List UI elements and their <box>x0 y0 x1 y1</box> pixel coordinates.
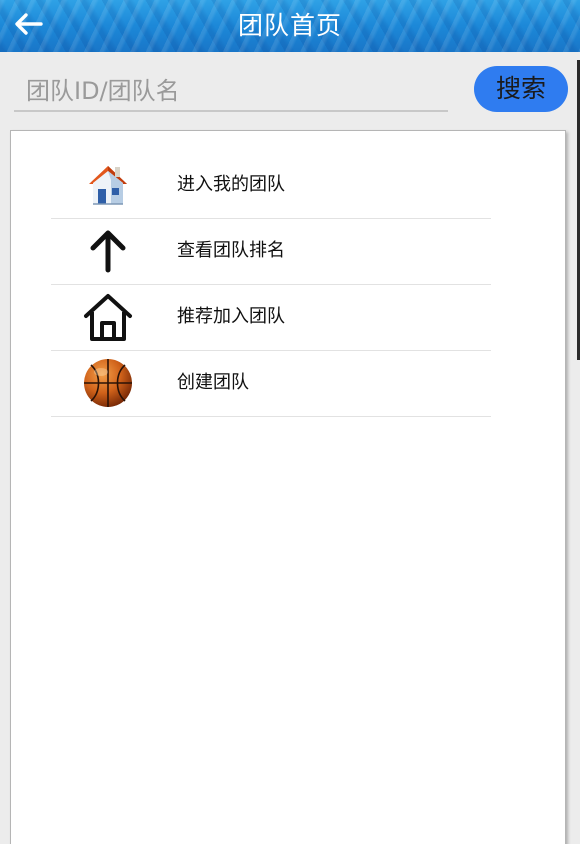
menu-item-label: 推荐加入团队 <box>177 306 285 327</box>
app-screen: 团队首页 搜索 进入我的团队 <box>0 0 580 844</box>
top-bar: 团队首页 <box>0 0 580 52</box>
menu-item-recommend-join[interactable]: 推荐加入团队 <box>51 284 491 351</box>
search-button[interactable]: 搜索 <box>474 66 568 112</box>
page-title: 团队首页 <box>237 11 342 40</box>
arrow-up-icon <box>81 224 135 278</box>
search-input[interactable] <box>14 72 448 112</box>
basketball-icon <box>81 356 135 410</box>
menu-item-label: 创建团队 <box>177 372 249 393</box>
menu-item-label: 进入我的团队 <box>177 174 285 195</box>
search-bar: 搜索 <box>0 52 580 128</box>
menu-item-my-team[interactable]: 进入我的团队 <box>51 152 491 219</box>
house-outline-icon <box>81 290 135 344</box>
house-color-icon <box>81 158 135 212</box>
menu-panel: 进入我的团队 查看团队排名 推荐加入团队 创建团队 <box>10 130 566 844</box>
menu-item-team-ranking[interactable]: 查看团队排名 <box>51 218 491 285</box>
menu-item-create-team[interactable]: 创建团队 <box>51 350 491 417</box>
menu-item-label: 查看团队排名 <box>177 240 285 261</box>
